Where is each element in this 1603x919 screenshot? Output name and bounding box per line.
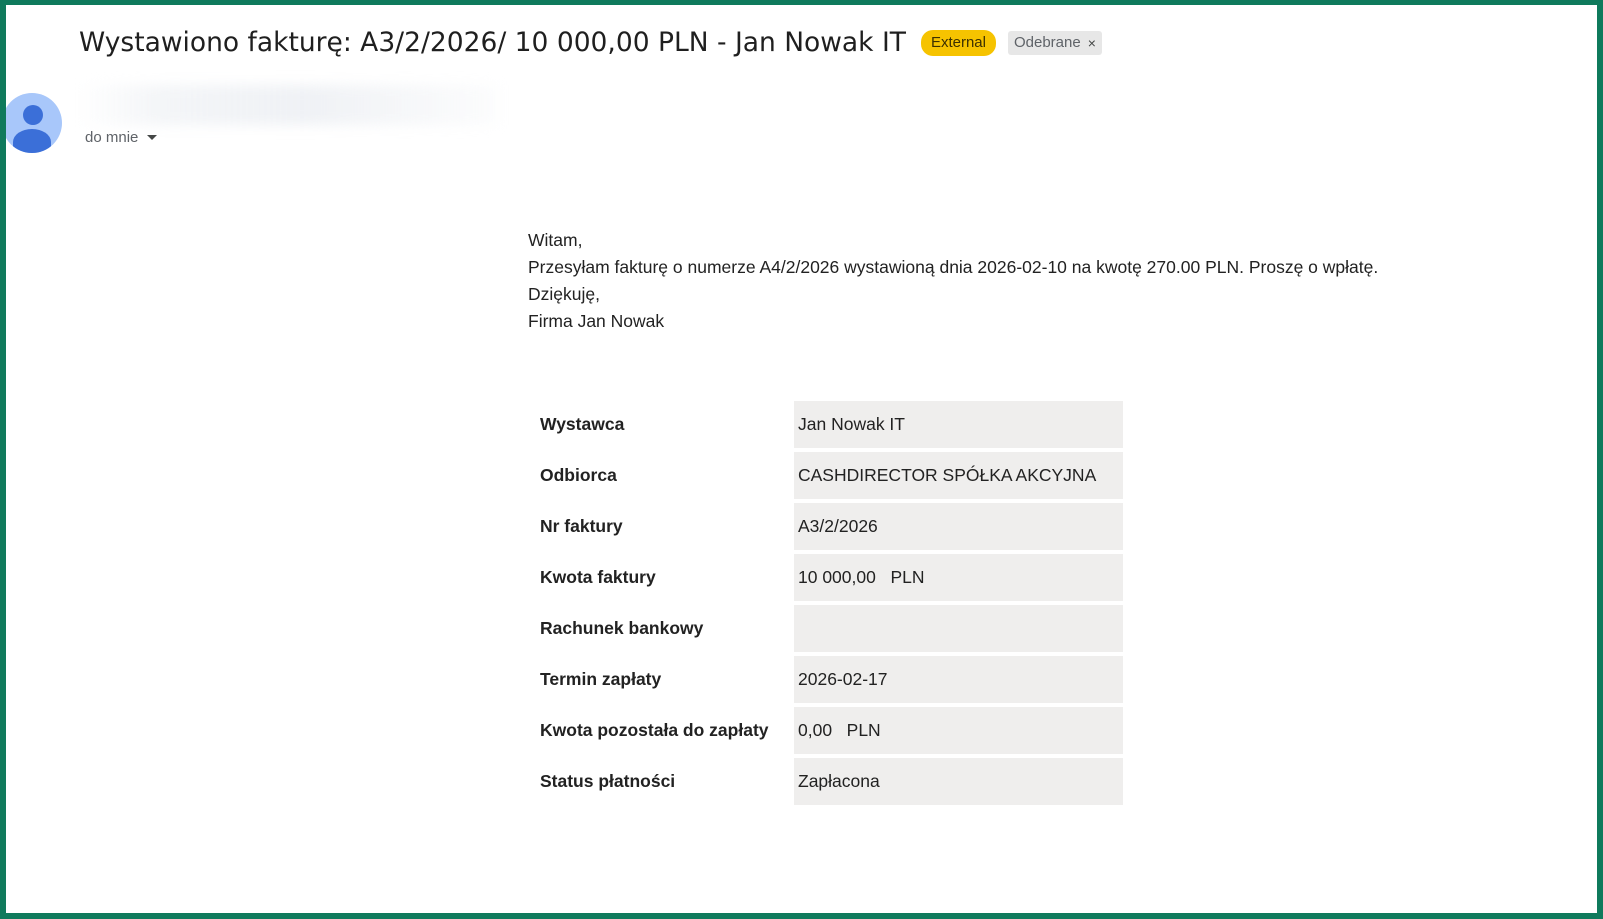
person-avatar-icon[interactable] [6,93,62,153]
row-value: Jan Nowak IT [794,401,1123,448]
row-label: Wystawca [540,414,625,434]
table-row: Odbiorca CASHDIRECTOR SPÓŁKA AKCYJNA [528,452,1123,499]
table-row: Termin zapłaty 2026-02-17 [528,656,1123,703]
row-value: 10 000,00 PLN [794,554,1123,601]
recipient-details-toggle[interactable]: do mnie [85,129,158,146]
row-value: 2026-02-17 [794,656,1123,703]
table-row: Kwota pozostała do zapłaty 0,00 PLN [528,707,1123,754]
row-value [794,605,1123,652]
row-label: Termin zapłaty [540,669,662,689]
row-label: Odbiorca [540,465,617,485]
row-value: Zapłacona [794,758,1123,805]
invoice-details-table: Wystawca Jan Nowak IT Odbiorca CASHDIREC… [528,397,1123,809]
row-label: Kwota pozostała do zapłaty [540,720,769,740]
table-row: Nr faktury A3/2/2026 [528,503,1123,550]
row-label: Status płatności [540,771,676,791]
sender-name-redacted [76,85,496,125]
body-line: Przesyłam fakturę o numerze A4/2/2026 wy… [528,257,1379,277]
row-value: CASHDIRECTOR SPÓŁKA AKCYJNA [794,452,1123,499]
row-value: 0,00 PLN [794,707,1123,754]
body-line: Witam, [528,230,583,250]
row-label: Kwota faktury [540,567,656,587]
table-row: Kwota faktury 10 000,00 PLN [528,554,1123,601]
caret-down-icon [147,135,158,140]
row-label: Rachunek bankowy [540,618,704,638]
table-row: Wystawca Jan Nowak IT [528,401,1123,448]
avatar-head [23,105,43,125]
inbox-label-chip[interactable]: Odebrane × [1007,30,1102,55]
recipient-text: do mnie [85,129,139,146]
table-row: Rachunek bankowy [528,605,1123,652]
avatar-shoulders [13,129,51,153]
table-row: Status płatności Zapłacona [528,758,1123,805]
email-subject: Wystawiono fakturę: A3/2/2026/ 10 000,00… [79,27,906,58]
email-body: Witam, Przesyłam fakturę o numerze A4/2/… [528,227,1378,335]
close-icon[interactable]: × [1088,33,1096,53]
inbox-label-text: Odebrane [1013,33,1081,51]
subject-row: Wystawiono fakturę: A3/2/2026/ 10 000,00… [79,27,1102,58]
body-line: Firma Jan Nowak [528,311,665,331]
body-line: Dziękuję, [528,284,600,304]
row-label: Nr faktury [540,516,623,536]
row-value: A3/2/2026 [794,503,1123,550]
external-badge: External [920,29,996,56]
email-view: Wystawiono fakturę: A3/2/2026/ 10 000,00… [0,0,1603,919]
